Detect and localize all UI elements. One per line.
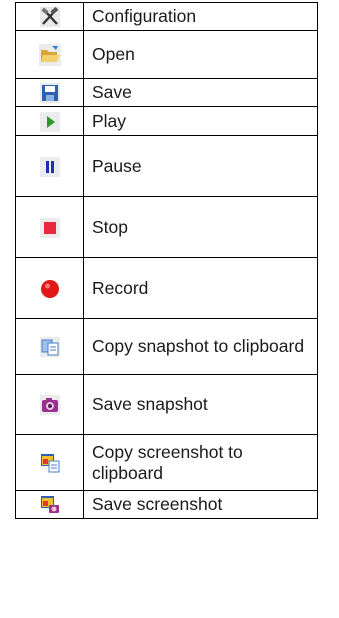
legend-label: Save (83, 78, 318, 107)
legend-row: Stop (15, 196, 318, 258)
legend-label: Play (83, 106, 318, 136)
legend-label: Stop (83, 196, 318, 258)
legend-label: Copy screenshot to clipboard (83, 434, 318, 491)
copy-snapshot-icon (39, 337, 60, 358)
configuration-icon (39, 7, 60, 28)
icon-cell (15, 434, 84, 491)
legend-label: Configuration (83, 2, 318, 31)
legend-row: Save snapshot (15, 374, 318, 435)
legend-label: Copy snapshot to clipboard (83, 318, 318, 375)
open-folder-icon (38, 43, 61, 66)
save-screenshot-icon (40, 495, 60, 515)
icon-cell (15, 490, 84, 519)
icon-cell (15, 78, 84, 107)
legend-row: Save (15, 78, 318, 107)
legend-row: Open (15, 30, 318, 79)
stop-icon (39, 217, 60, 238)
legend-row: Save screenshot (15, 490, 318, 519)
icon-cell (15, 30, 84, 79)
pause-icon (39, 156, 60, 177)
record-icon (40, 279, 60, 299)
icon-legend-table: Configuration Open Save Play Pause Stop … (15, 2, 318, 519)
legend-row: Play (15, 106, 318, 136)
legend-label: Save screenshot (83, 490, 318, 519)
copy-screenshot-icon (40, 453, 60, 473)
icon-cell (15, 106, 84, 136)
icon-cell (15, 2, 84, 31)
icon-cell (15, 196, 84, 258)
legend-label: Pause (83, 135, 318, 197)
legend-row: Record (15, 257, 318, 319)
play-icon (39, 111, 60, 132)
icon-cell (15, 135, 84, 197)
legend-row: Copy screenshot to clipboard (15, 434, 318, 491)
legend-row: Configuration (15, 2, 318, 31)
legend-label: Record (83, 257, 318, 319)
save-disk-icon (39, 83, 60, 104)
legend-row: Pause (15, 135, 318, 197)
icon-cell (15, 257, 84, 319)
legend-label: Save snapshot (83, 374, 318, 435)
save-snapshot-icon (39, 395, 60, 416)
icon-cell (15, 318, 84, 375)
legend-row: Copy snapshot to clipboard (15, 318, 318, 375)
icon-cell (15, 374, 84, 435)
legend-label: Open (83, 30, 318, 79)
